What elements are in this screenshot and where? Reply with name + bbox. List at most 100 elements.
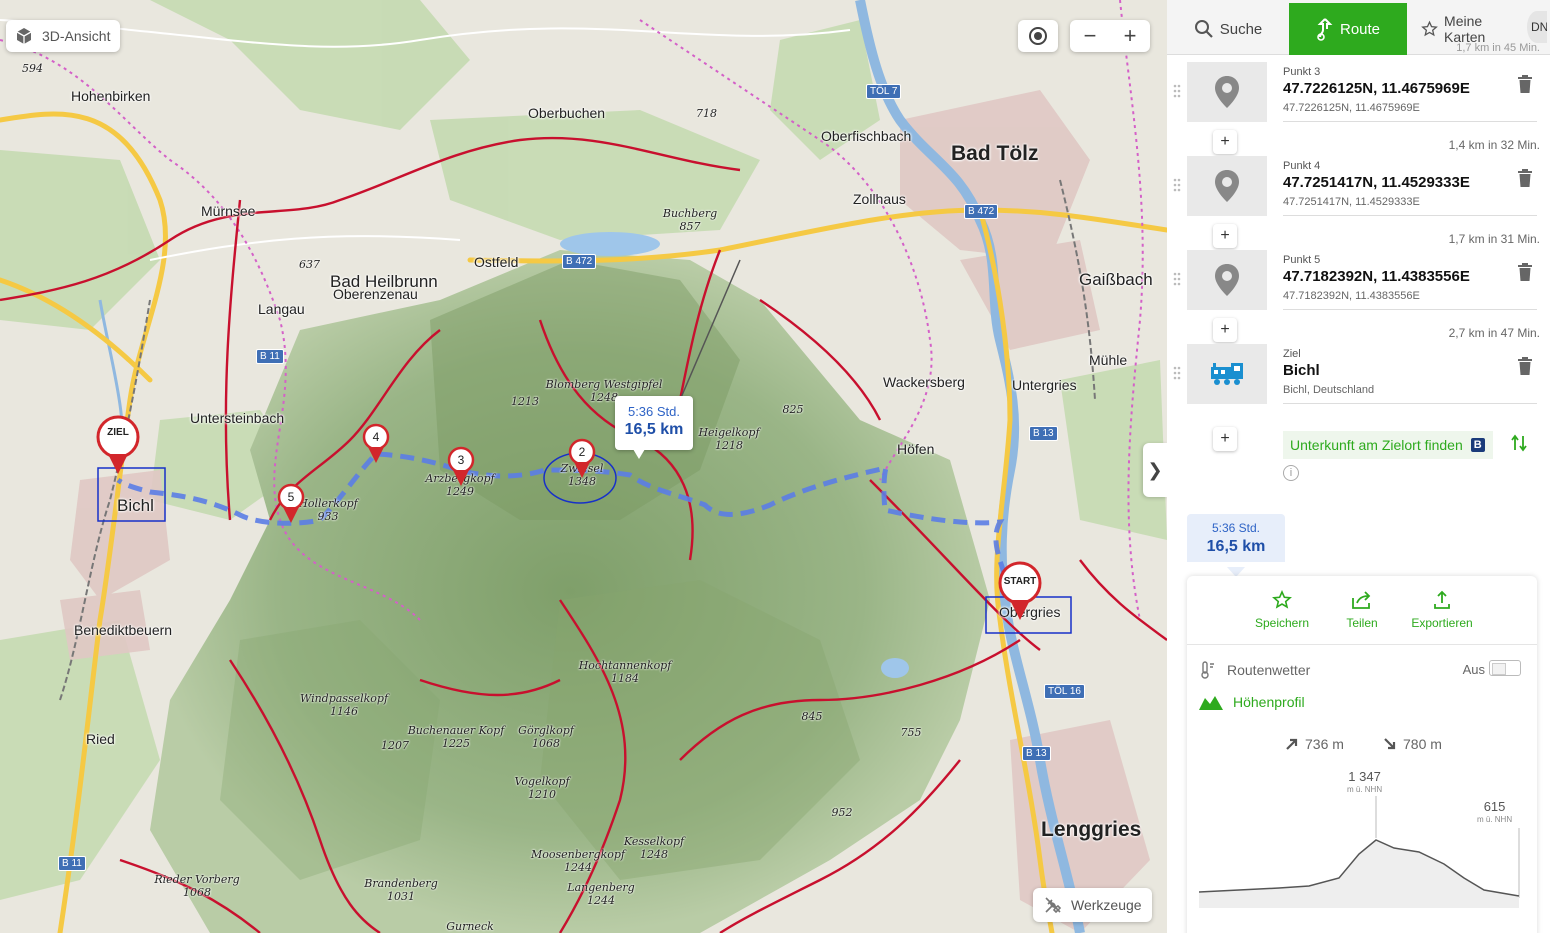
place-label: 718 (696, 107, 717, 120)
find-accommodation-button[interactable]: Unterkunft am Zielort finden B (1283, 431, 1493, 459)
waypoint-title[interactable]: 47.7251417N, 11.4529333E (1283, 174, 1470, 191)
search-icon (1194, 20, 1213, 38)
tab-search[interactable]: Suche (1167, 3, 1289, 55)
info-icon[interactable]: i (1283, 465, 1299, 481)
start-pin[interactable]: START (997, 560, 1043, 622)
delete-waypoint-button[interactable] (1517, 168, 1535, 188)
waypoint-underline (1283, 215, 1537, 216)
waypoint-pin-4-label: 4 (372, 430, 380, 444)
peak-label: 1207 (381, 739, 409, 752)
waypoint-row[interactable]: Punkt 5 47.7182392N, 11.4383556E 47.718239… (1173, 250, 1537, 310)
zoom-in-button[interactable]: + (1110, 20, 1150, 52)
train-icon (1211, 363, 1243, 385)
route-weather-toggle[interactable] (1489, 660, 1521, 676)
peak-label: Kesselkopf 1248 (624, 835, 684, 861)
avatar[interactable]: DN (1527, 11, 1547, 43)
peak-elevation: 845 (801, 710, 823, 723)
waypoint-title[interactable]: 47.7226125N, 11.4675969E (1283, 80, 1470, 97)
peak-name: Heigelkopf (698, 426, 760, 439)
waypoint-drag-handle[interactable] (1173, 366, 1181, 380)
road-shield: B 13 (1029, 426, 1058, 441)
share-icon (1352, 591, 1371, 609)
zoom-control: − + (1070, 20, 1150, 52)
route-details-card: Speichern Teilen Exportieren Routenwette… (1187, 576, 1537, 933)
peak-elevation: 1146 (329, 705, 358, 718)
route-summary-tab[interactable]: 5:36 Std. 16,5 km (1187, 514, 1285, 562)
tab-my-maps-label: Meine Karten (1444, 13, 1486, 45)
destination-pin[interactable]: ZIEL (95, 414, 141, 476)
peak-name: Buchberg (662, 207, 718, 220)
map-canvas[interactable]: 594 Hohenbirken Oberbuchen 718 Oberfischbach… (0, 0, 1167, 933)
peak-elevation: 755 (900, 726, 922, 739)
save-button[interactable]: Speichern (1242, 590, 1322, 630)
peak-elevation: 825 (782, 403, 804, 416)
add-waypoint-button[interactable]: + (1213, 318, 1237, 342)
place-label: Benediktbeuern (74, 622, 173, 638)
peak-name: Windpasselkopf (299, 692, 389, 705)
3d-view-button[interactable]: 3D-Ansicht (6, 20, 121, 52)
elevation-profile-row[interactable]: Höhenprofil (1199, 694, 1305, 710)
arrow-up-right-icon (1286, 738, 1298, 750)
peak-label: Brandenberg 1031 (364, 877, 437, 903)
collapse-panel-button[interactable]: ❯ (1143, 443, 1167, 497)
peak-elevation: 1248 (640, 848, 668, 861)
waypoint-pin-4[interactable]: 4 (361, 423, 391, 465)
add-waypoint-button[interactable]: + (1213, 427, 1237, 451)
peak-name: Langenberg (567, 881, 635, 894)
place-label: Oberfischbach (821, 128, 912, 144)
tab-route-label: Route (1339, 20, 1381, 38)
waypoint-pin-5[interactable]: 5 (276, 483, 306, 525)
share-button[interactable]: Teilen (1322, 590, 1402, 630)
thermometer-icon (1201, 661, 1214, 679)
peak-label: Windpasselkopf 1146 (300, 692, 388, 718)
drag-handle-icon (1173, 84, 1181, 98)
reverse-route-button[interactable] (1511, 434, 1527, 457)
tools-button[interactable]: Werkzeuge (1033, 888, 1152, 922)
route-panel: Suche Route Meine Karten DN 1,7 km in 45… (1167, 0, 1550, 933)
waypoint-row[interactable]: Punkt 4 47.7251417N, 11.4529333E 47.725141… (1173, 156, 1537, 216)
tab-search-label: Suche (1219, 20, 1263, 38)
peak-name: Hochtannenkopf (578, 659, 672, 672)
route-bubble-distance: 16,5 km (624, 421, 684, 438)
place-label: Gaißbach (1079, 270, 1153, 289)
delete-waypoint-button[interactable] (1517, 74, 1535, 94)
waypoint-title[interactable]: Bichl (1283, 362, 1320, 379)
peak-label: Rieder Vorberg 1068 (154, 873, 239, 899)
waypoint-pin-2[interactable]: 2 (567, 438, 597, 480)
tab-route[interactable]: Route (1289, 3, 1407, 55)
zoom-out-button[interactable]: − (1070, 20, 1110, 52)
waypoint-drag-handle[interactable] (1173, 84, 1181, 98)
tools-label: Werkzeuge (1071, 897, 1142, 913)
save-label: Speichern (1254, 616, 1310, 630)
tools-icon (1045, 897, 1062, 914)
delete-waypoint-button[interactable] (1517, 262, 1535, 282)
waypoint-pin-3[interactable]: 3 (446, 446, 476, 488)
elevation-profile-chart[interactable] (1199, 788, 1525, 908)
trash-icon (1518, 169, 1532, 187)
place-label: Bichl (117, 496, 154, 515)
waypoint-drag-handle[interactable] (1173, 178, 1181, 192)
waypoint-row[interactable]: Punkt 3 47.7226125N, 11.4675969E 47.722612… (1173, 62, 1537, 122)
waypoint-pin-5-label: 5 (287, 490, 295, 504)
road-shield: TÖL 7 (866, 84, 902, 99)
export-button[interactable]: Exportieren (1402, 590, 1482, 630)
trash-icon (1518, 263, 1532, 281)
route-bubble-time: 5:36 Std. (627, 404, 681, 419)
add-waypoint-button[interactable]: + (1213, 224, 1237, 248)
peak-elevation: 933 (317, 510, 339, 523)
locate-button[interactable] (1018, 20, 1058, 52)
delete-waypoint-button[interactable] (1517, 356, 1535, 376)
peak-elevation: 1068 (531, 737, 560, 750)
road-shield: B 13 (1022, 746, 1051, 761)
peak-label: 952 (832, 806, 853, 819)
star-icon (1421, 20, 1438, 37)
descent-value: 780 m (1403, 736, 1442, 752)
waypoint-title[interactable]: 47.7182392N, 11.4383556E (1283, 268, 1470, 285)
waypoint-drag-handle[interactable] (1173, 272, 1181, 286)
route-summary-bubble[interactable]: 5:36 Std. 16,5 km (615, 396, 693, 459)
waypoint-subtitle: 47.7251417N, 11.4529333E (1283, 196, 1420, 208)
add-waypoint-button[interactable]: + (1213, 130, 1237, 154)
trash-icon (1518, 75, 1532, 93)
drag-handle-icon (1173, 366, 1181, 380)
waypoint-row[interactable]: Ziel Bichl Bichl, Deutschland (1173, 344, 1537, 404)
